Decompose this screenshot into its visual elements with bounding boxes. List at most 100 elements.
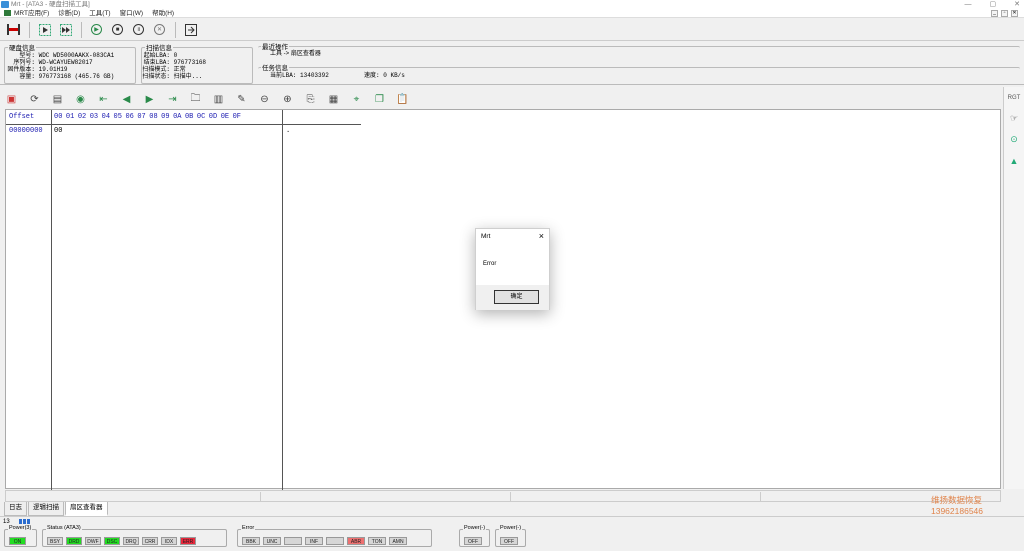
sector-info-button[interactable]: ▣ <box>4 92 19 107</box>
menu-help[interactable]: 帮助(H) <box>152 9 174 17</box>
status-led: DRQ <box>123 537 139 545</box>
status-leds: BSY DRD DWF DSC DRQ CRR IDX ERR <box>47 537 196 545</box>
refresh-button[interactable]: ⟳ <box>27 92 42 107</box>
watermark-name: 维扬数据恢复 <box>931 495 983 505</box>
side-up-button[interactable]: ▲ <box>1007 153 1022 168</box>
status-led: DSC <box>104 537 120 545</box>
record-button[interactable]: ◉ <box>73 92 88 107</box>
pause-button[interactable]: ॥ <box>131 22 146 37</box>
scan-forward-button[interactable] <box>58 22 73 37</box>
error-leds: BBK UNC INF ABR TON AMN <box>242 537 407 545</box>
scan-info-group: 扫描信息 起始LBA: 0 结束LBA: 976773168 扫描模式: 正常 … <box>141 42 253 84</box>
zoom-in-button[interactable]: ⊕ <box>280 92 295 107</box>
maximize-button[interactable]: ▢ <box>990 0 997 9</box>
byte-col-header: 05 <box>113 113 122 121</box>
scan-start-button[interactable] <box>37 22 52 37</box>
copy-icon: ❐ <box>375 93 384 105</box>
rgt-icon: RGT <box>1007 94 1021 101</box>
minimize-button[interactable]: — <box>965 0 972 9</box>
goto-first-button[interactable]: ⇤ <box>96 92 111 107</box>
edit-sector-button[interactable]: ✎ <box>234 92 249 107</box>
template-icon: ▦ <box>328 93 339 105</box>
firmware-value: 19.01H19 <box>38 66 68 73</box>
side-rgt-button[interactable]: RGT <box>1007 90 1022 105</box>
error-group: Error BBK UNC INF ABR TON AMN <box>237 525 432 547</box>
horizontal-scrollbar[interactable] <box>5 490 1001 502</box>
paste-button[interactable]: 📋 <box>395 92 410 107</box>
paste-icon: 📋 <box>396 93 409 105</box>
record-icon: ◉ <box>76 93 85 105</box>
task-info-legend: 任务信息 <box>262 65 288 72</box>
mdi-close-button[interactable]: ✕ <box>1011 10 1018 17</box>
window-title: Mrt - [ATA3 - 硬盘扫描工具] <box>11 1 90 8</box>
capacity-value: 976773168 (465.76 GB) <box>38 73 115 80</box>
status-label: Status (ATA3) <box>46 525 82 532</box>
model-value: WDC WD5000AAKX-083CA1 <box>38 52 115 59</box>
disk-select-button[interactable] <box>6 22 21 37</box>
disk-info-legend: 硬盘信息 <box>9 45 35 52</box>
model-label: 型号: <box>19 52 35 59</box>
sector-save-button[interactable]: ▤ <box>50 92 65 107</box>
byte-col-header: 0B <box>184 113 194 121</box>
bookmark-button[interactable]: ⎘ <box>303 92 318 107</box>
serial-value: WD-WCAYUEW82017 <box>38 59 93 66</box>
cancel-button[interactable]: ✕ <box>152 22 167 37</box>
crosshair-icon: ⌖ <box>353 93 360 105</box>
menu-bar: MRT应用(F) 诊断(D) 工具(T) 窗口(W) 帮助(H) <box>0 9 1024 18</box>
status-led: AMN <box>389 537 407 545</box>
row-bytes[interactable]: 00 <box>54 124 62 139</box>
locate-button[interactable]: ⌖ <box>349 92 364 107</box>
disk-save-icon: ▤ <box>52 93 63 105</box>
row-offset: 00000000 <box>9 127 43 135</box>
exit-button[interactable] <box>183 22 198 37</box>
mdi-minimize-button[interactable]: _ <box>991 10 998 17</box>
offset-column <box>6 110 52 490</box>
menu-mrt-app[interactable]: MRT应用(F) <box>14 9 49 17</box>
dialog-close-icon[interactable]: × <box>539 231 544 241</box>
status-led: OFF <box>464 537 482 545</box>
open-file-button[interactable]: 🗀 <box>188 92 203 107</box>
save-icon: ▥ <box>213 93 224 105</box>
side-back-button[interactable]: ⊙ <box>1007 132 1022 147</box>
info-panel: 硬盘信息 型号: WDC WD5000AAKX-083CA1 序列号: WD-W… <box>0 41 1024 85</box>
tab-logical-scan[interactable]: 逻辑扫描 <box>28 502 64 516</box>
scan-mode-value: 正常 <box>173 66 186 73</box>
power-b-group: Power(-) OFF <box>495 525 526 547</box>
scan-play-icon <box>38 23 51 36</box>
goto-last-button[interactable]: ⇥ <box>165 92 180 107</box>
dialog-ok-button[interactable]: 确定 <box>494 290 539 304</box>
menu-diagnose[interactable]: 诊断(D) <box>58 9 80 17</box>
close-button[interactable]: ✕ <box>1014 0 1020 9</box>
disk-select-icon <box>7 24 20 35</box>
scan-state-value: 扫描中... <box>173 73 203 80</box>
byte-col-header: 02 <box>77 113 87 121</box>
scan-mode-label: 扫描模式: <box>142 66 170 73</box>
byte-col-header: 03 <box>89 113 99 121</box>
byte-col-header: 00 <box>54 113 63 121</box>
goto-last-icon: ⇥ <box>168 93 177 105</box>
menu-tools[interactable]: 工具(T) <box>89 9 110 17</box>
offset-header: Offset <box>9 113 35 121</box>
firmware-label: 固件版本: <box>7 66 35 73</box>
copy-button[interactable]: ❐ <box>372 92 387 107</box>
status-led: BSY <box>47 537 63 545</box>
save-file-button[interactable]: ▥ <box>211 92 226 107</box>
play-button[interactable]: ▶ <box>89 22 104 37</box>
toolbar-separator <box>175 21 176 38</box>
menu-window[interactable]: 窗口(W) <box>120 9 143 17</box>
title-bar: Mrt - [ATA3 - 硬盘扫描工具] — ▢ ✕ <box>0 0 1024 9</box>
next-sector-button[interactable]: ▶ <box>142 92 157 107</box>
speed-label: 速度: <box>364 72 380 79</box>
stop-button[interactable]: ■ <box>110 22 125 37</box>
prev-sector-button[interactable]: ◀ <box>119 92 134 107</box>
side-hand-button[interactable]: ☞ <box>1007 111 1022 126</box>
tab-sector-viewer[interactable]: 扇区查看器 <box>65 502 108 516</box>
tab-log[interactable]: 日志 <box>4 502 27 516</box>
zoom-out-button[interactable]: ⊖ <box>257 92 272 107</box>
status-led: IDX <box>161 537 177 545</box>
mdi-restore-button[interactable]: ▫ <box>1001 10 1008 17</box>
template-button[interactable]: ▦ <box>326 92 341 107</box>
power-a-leds: OFF <box>464 537 482 545</box>
power3-group: Power(3) ON <box>4 525 37 547</box>
row-ascii[interactable]: . <box>286 124 290 139</box>
